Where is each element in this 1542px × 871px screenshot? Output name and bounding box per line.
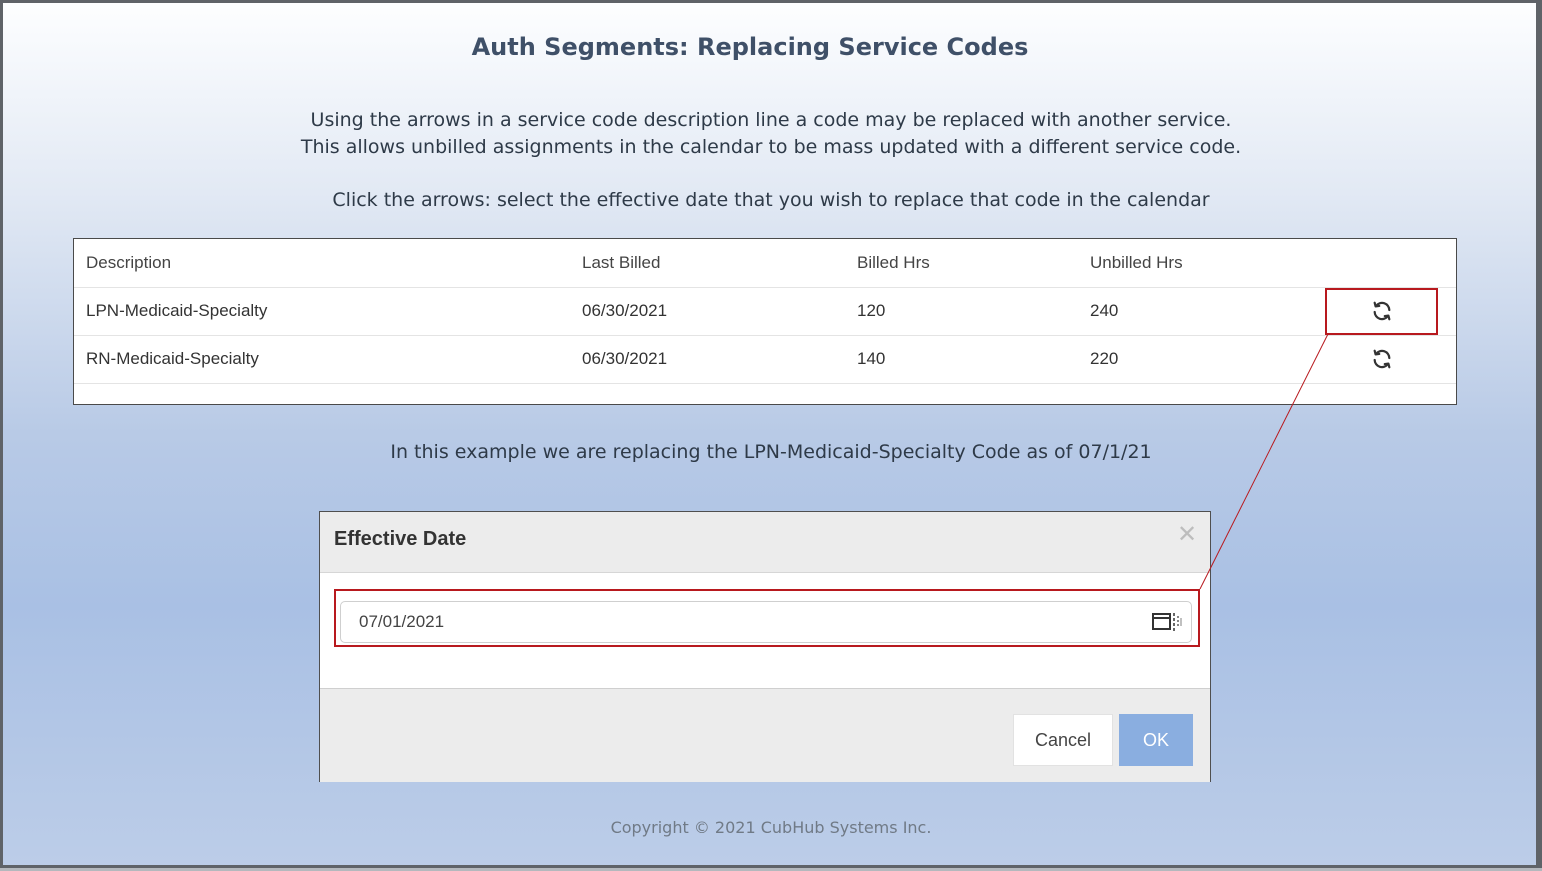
slide-frame: Auth Segments: Replacing Service Codes U… [0,0,1542,868]
instruction-text: Click the arrows: select the effective d… [332,189,1210,211]
ok-button[interactable]: OK [1119,714,1193,766]
row-unbilled-hrs: 220 [1090,349,1119,368]
cancel-button[interactable]: Cancel [1013,714,1113,766]
dialog-title: Effective Date [334,528,467,550]
header-unbilled-hrs: Unbilled Hrs [1090,253,1183,272]
copyright-text: Copyright © 2021 CubHub Systems Inc. [610,818,932,837]
dialog-footer: Cancel OK [320,688,1210,782]
service-codes-table: Description Last Billed Billed Hrs Unbil… [73,238,1457,405]
row-description: LPN-Medicaid-Specialty [86,301,268,320]
header-billed-hrs: Billed Hrs [857,253,930,272]
row-unbilled-hrs: 240 [1090,301,1119,320]
close-icon[interactable]: ✕ [1176,523,1198,547]
highlight-replace-icon [1325,288,1438,335]
row-billed-hrs: 140 [857,349,886,368]
intro-line-2: This allows unbilled assignments in the … [300,136,1242,158]
table-header-row: Description Last Billed Billed Hrs Unbil… [74,239,1456,288]
example-text: In this example we are replacing the LPN… [390,441,1152,463]
row-billed-hrs: 120 [857,301,886,320]
table-row: RN-Medicaid-Specialty 06/30/2021 140 220 [74,335,1456,384]
row-last-billed: 06/30/2021 [582,301,668,320]
row-description: RN-Medicaid-Specialty [86,349,259,368]
intro-line-1: Using the arrows in a service code descr… [310,109,1232,131]
header-last-billed: Last Billed [582,253,661,272]
row-last-billed: 06/30/2021 [582,349,668,368]
page-title: Auth Segments: Replacing Service Codes [471,33,1029,61]
replace-arrows-icon[interactable] [1370,347,1394,371]
intro-text: Using the arrows in a service code descr… [3,107,1539,161]
table-row: LPN-Medicaid-Specialty 06/30/2021 120 24… [74,287,1456,336]
header-description: Description [86,253,172,272]
highlight-date-input [334,589,1200,647]
dialog-header: Effective Date ✕ [320,512,1210,573]
